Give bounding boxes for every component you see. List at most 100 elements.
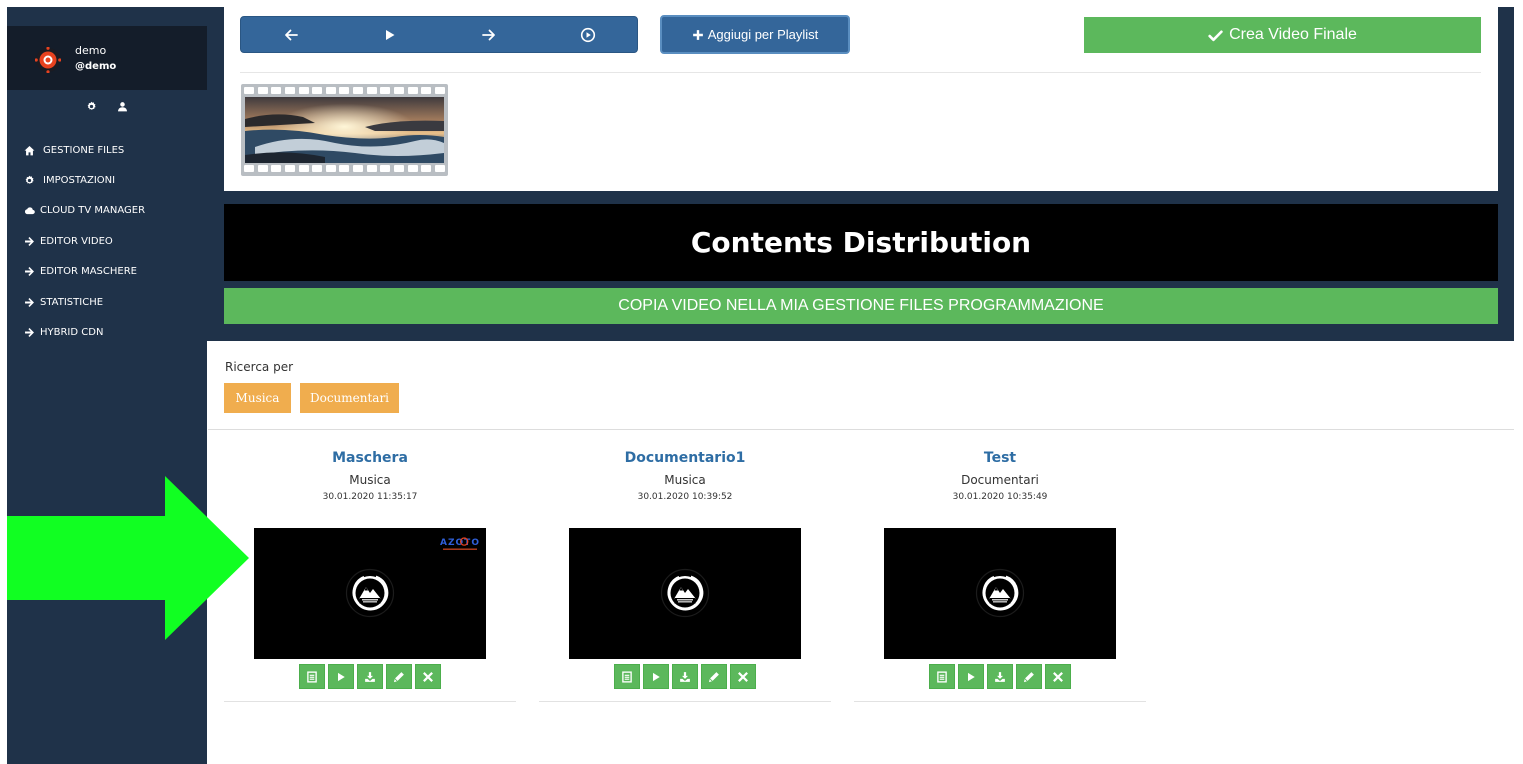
download-icon: [364, 671, 376, 683]
video-date: 30.01.2020 11:35:17: [322, 492, 418, 502]
arrow-right-icon: [481, 29, 495, 40]
delete-button[interactable]: [415, 664, 441, 689]
sidebar-item-editor-video[interactable]: EDITOR VIDEO: [24, 226, 145, 256]
video-actions: [583, 664, 787, 689]
video-date: 30.01.2020 10:35:49: [952, 492, 1048, 502]
play-icon: [650, 671, 662, 683]
download-button[interactable]: [987, 664, 1013, 689]
sidebar-item-label: CLOUD TV MANAGER: [40, 205, 146, 217]
brand-logo-icon: [35, 47, 61, 73]
video-title[interactable]: Maschera: [224, 450, 516, 466]
gear-icon[interactable]: [86, 101, 97, 112]
arrow-right-icon: [24, 327, 35, 338]
video-card-test: Test Documentari 30.01.2020 10:35:49: [854, 445, 1146, 702]
play-button[interactable]: [328, 664, 354, 689]
brand-mark-icon: [660, 568, 710, 618]
film-perforations: [244, 87, 445, 95]
add-to-playlist-button[interactable]: Aggiugi per Playlist: [660, 15, 850, 54]
download-icon: [679, 671, 691, 683]
edit-button[interactable]: [1016, 664, 1042, 689]
video-card-documentario1: Documentario1 Musica 30.01.2020 10:39:52: [539, 445, 831, 702]
pencil-icon: [1023, 671, 1035, 683]
video-title[interactable]: Test: [854, 450, 1146, 466]
divider: [208, 429, 1514, 430]
sidebar-item-label: IMPOSTAZIONI: [43, 175, 116, 187]
sidebar-item-label: EDITOR MASCHERE: [40, 266, 137, 278]
play-button[interactable]: [958, 664, 984, 689]
delete-button[interactable]: [730, 664, 756, 689]
video-date: 30.01.2020 10:39:52: [637, 492, 733, 502]
sidebar-menu: GESTIONE FILES IMPOSTAZIONI CLOUD TV MAN…: [24, 135, 145, 348]
list-icon: [936, 671, 948, 683]
edit-button[interactable]: [386, 664, 412, 689]
sidebar-item-label: STATISTICHE: [40, 296, 104, 308]
details-button[interactable]: [929, 664, 955, 689]
close-icon: [422, 671, 434, 683]
sidebar-item-label: HYBRID CDN: [40, 327, 104, 339]
close-icon: [1052, 671, 1064, 683]
arrow-right-icon: [24, 266, 35, 277]
playlist-clip[interactable]: [241, 84, 448, 176]
previous-button[interactable]: [241, 17, 340, 52]
copy-video-button[interactable]: COPIA VIDEO NELLA MIA GESTIONE FILES PRO…: [224, 288, 1498, 324]
svg-text:AZOTO: AZOTO: [440, 538, 480, 548]
brand-mark-icon: [345, 568, 395, 618]
sidebar-item-statistiche[interactable]: STATISTICHE: [24, 287, 145, 317]
search-label: Ricerca per: [225, 360, 294, 374]
pencil-icon: [708, 671, 720, 683]
video-actions: [898, 664, 1102, 689]
delete-button[interactable]: [1045, 664, 1071, 689]
play-icon: [965, 671, 977, 683]
sunset-sea-image: [245, 97, 444, 163]
video-card-maschera: Maschera Musica 30.01.2020 11:35:17 AZOT…: [224, 445, 516, 702]
video-thumbnail[interactable]: [884, 528, 1116, 659]
plus-icon: [692, 29, 703, 40]
user-profile[interactable]: demo @demo: [7, 26, 207, 90]
sidebar-item-impostazioni[interactable]: IMPOSTAZIONI: [24, 165, 145, 195]
video-thumbnail[interactable]: AZOTO: [254, 528, 486, 659]
sidebar-item-editor-maschere[interactable]: EDITOR MASCHERE: [24, 257, 145, 287]
download-button[interactable]: [357, 664, 383, 689]
sidebar: demo @demo GESTIONE FILES IMPOSTAZIONI C…: [7, 7, 207, 764]
filter-tag-musica[interactable]: Musica: [224, 383, 291, 413]
sidebar-item-label: EDITOR VIDEO: [40, 235, 113, 247]
sidebar-item-hybrid-cdn[interactable]: HYBRID CDN: [24, 317, 145, 347]
details-button[interactable]: [614, 664, 640, 689]
playback-controls: [240, 16, 638, 53]
play-icon: [385, 29, 394, 40]
video-title[interactable]: Documentario1: [539, 450, 831, 466]
video-actions: [268, 664, 472, 689]
clip-thumbnail: [245, 97, 444, 163]
film-perforations: [244, 165, 445, 173]
section-title: Contents Distribution: [224, 204, 1498, 281]
video-thumbnail[interactable]: [569, 528, 801, 659]
create-final-video-button[interactable]: Crea Video Finale: [1084, 17, 1481, 53]
gear-icon: [24, 175, 35, 186]
arrow-right-icon: [24, 297, 35, 308]
sidebar-item-label: GESTIONE FILES: [43, 144, 125, 156]
sidebar-item-cloud-tv-manager[interactable]: CLOUD TV MANAGER: [24, 196, 145, 226]
video-category: Musica: [349, 473, 391, 487]
filter-tag-documentari[interactable]: Documentari: [300, 383, 399, 413]
user-icon[interactable]: [117, 101, 128, 112]
details-button[interactable]: [299, 664, 325, 689]
home-icon: [24, 145, 35, 156]
sidebar-item-gestione-files[interactable]: GESTIONE FILES: [24, 135, 145, 165]
arrow-right-icon: [24, 236, 35, 247]
next-button[interactable]: [439, 17, 538, 52]
download-icon: [994, 671, 1006, 683]
user-handle: @demo: [75, 61, 117, 72]
user-name: demo: [75, 44, 107, 57]
list-icon: [621, 671, 633, 683]
sidebar-quick-icons: [7, 101, 207, 112]
edit-button[interactable]: [701, 664, 727, 689]
video-category: Musica: [664, 473, 706, 487]
close-icon: [737, 671, 749, 683]
play-all-button[interactable]: [538, 17, 637, 52]
list-icon: [306, 671, 318, 683]
download-button[interactable]: [672, 664, 698, 689]
arrow-left-icon: [284, 29, 298, 40]
play-button[interactable]: [340, 17, 439, 52]
app-root: demo @demo GESTIONE FILES IMPOSTAZIONI C…: [0, 0, 1523, 764]
play-button[interactable]: [643, 664, 669, 689]
